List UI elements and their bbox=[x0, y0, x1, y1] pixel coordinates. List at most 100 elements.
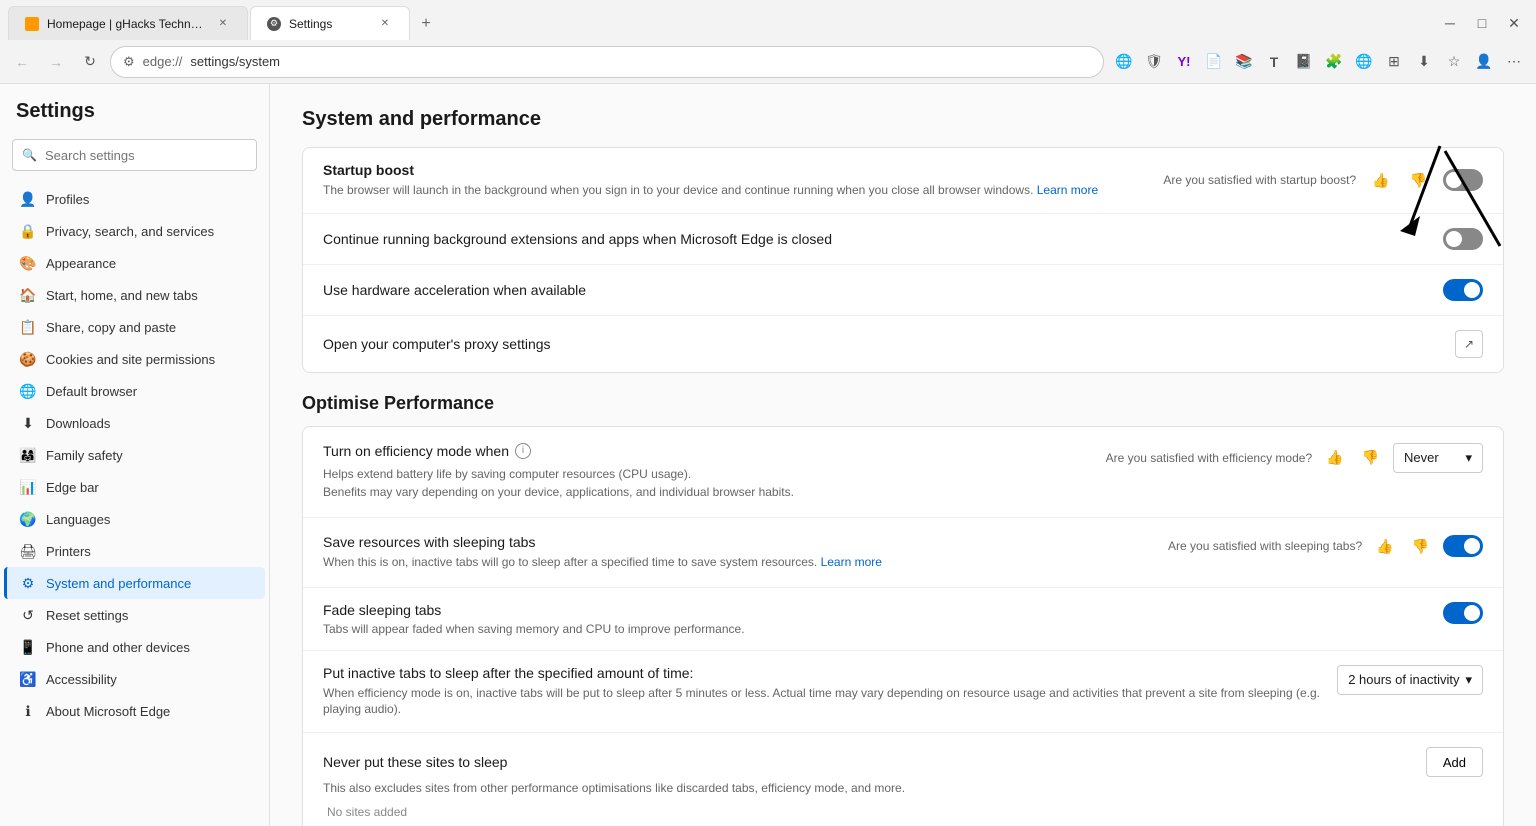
address-icon: ⚙ bbox=[123, 54, 135, 70]
share-copy-icon: 📋 bbox=[20, 319, 36, 335]
efficiency-info-icon[interactable]: i bbox=[515, 443, 531, 459]
printers-icon: 🖨 bbox=[20, 543, 36, 559]
efficiency-thumbup[interactable]: 👍 bbox=[1322, 445, 1347, 470]
sleeping-thumbup[interactable]: 👍 bbox=[1372, 534, 1397, 559]
downloads-icon: ⬇ bbox=[20, 415, 36, 431]
collection-icon[interactable]: 📚 bbox=[1230, 48, 1258, 76]
sidebar-item-phone[interactable]: 📱 Phone and other devices bbox=[4, 631, 265, 663]
sidebar-item-reset[interactable]: ↺ Reset settings bbox=[4, 599, 265, 631]
toolbar-icons: 🌐 🛡 Y! 📄 📚 T 📓 🧩 🌐 ⊞ ⬇ ☆ 👤 ⋯ bbox=[1110, 48, 1528, 76]
startup-boost-learn-more[interactable]: Learn more bbox=[1037, 183, 1098, 197]
forward-button[interactable]: → bbox=[42, 48, 70, 76]
sleeping-tabs-desc: When this is on, inactive tabs will go t… bbox=[323, 554, 1168, 571]
tab-close-settings[interactable]: ✕ bbox=[377, 16, 393, 32]
download-icon[interactable]: ⬇ bbox=[1410, 48, 1438, 76]
extensions-icon[interactable]: 🧩 bbox=[1320, 48, 1348, 76]
startup-boost-thumbup[interactable]: 👍 bbox=[1368, 168, 1393, 193]
sidebar-item-privacy[interactable]: 🔒 Privacy, search, and services bbox=[4, 215, 265, 247]
profile-icon[interactable]: 👤 bbox=[1470, 48, 1498, 76]
inactive-tabs-dropdown[interactable]: 2 hours of inactivity ▾ bbox=[1337, 665, 1483, 695]
translate-icon[interactable]: 🌐 bbox=[1350, 48, 1378, 76]
no-sites-label: No sites added bbox=[323, 805, 1483, 819]
hardware-acceleration-toggle[interactable] bbox=[1443, 279, 1483, 301]
sidebar-item-appearance[interactable]: 🎨 Appearance bbox=[4, 247, 265, 279]
background-extensions-knob bbox=[1446, 231, 1462, 247]
maximize-button[interactable]: □ bbox=[1468, 9, 1496, 37]
tab-ghacks[interactable]: Homepage | gHacks Technology... ✕ bbox=[8, 6, 248, 40]
optimise-card: Turn on efficiency mode when i Helps ext… bbox=[302, 426, 1504, 826]
tab-settings[interactable]: ⚙ Settings ✕ bbox=[250, 6, 410, 40]
tab-close-ghacks[interactable]: ✕ bbox=[215, 16, 231, 32]
startup-boost-toggle[interactable] bbox=[1443, 169, 1483, 191]
address-bar[interactable]: ⚙ edge://settings/system bbox=[110, 46, 1104, 78]
sleeping-tabs-toggle[interactable] bbox=[1443, 535, 1483, 557]
inactive-tabs-label: Put inactive tabs to sleep after the spe… bbox=[323, 665, 1321, 681]
accessibility-icon: ♿ bbox=[20, 671, 36, 687]
sidebar-item-family-safety[interactable]: 👨‍👩‍👧 Family safety bbox=[4, 439, 265, 471]
yahoo-icon[interactable]: Y! bbox=[1170, 48, 1198, 76]
background-extensions-row: Continue running background extensions a… bbox=[303, 214, 1503, 265]
proxy-settings-info: Open your computer's proxy settings bbox=[323, 336, 1455, 352]
sidebar-item-default-browser[interactable]: 🌐 Default browser bbox=[4, 375, 265, 407]
fade-sleeping-controls bbox=[1443, 602, 1483, 624]
tab-title-ghacks: Homepage | gHacks Technology... bbox=[47, 17, 207, 31]
inactive-dropdown-chevron: ▾ bbox=[1465, 672, 1472, 688]
search-icon: 🔍 bbox=[22, 148, 37, 162]
favorites-icon[interactable]: ☆ bbox=[1440, 48, 1468, 76]
background-extensions-toggle[interactable] bbox=[1443, 228, 1483, 250]
efficiency-thumbdown[interactable]: 👎 bbox=[1358, 445, 1383, 470]
sidebar-item-downloads[interactable]: ⬇ Downloads bbox=[4, 407, 265, 439]
sidebar-item-share-copy[interactable]: 📋 Share, copy and paste bbox=[4, 311, 265, 343]
more-icon[interactable]: ⋯ bbox=[1500, 48, 1528, 76]
never-sleep-label: Never put these sites to sleep bbox=[323, 754, 507, 770]
never-sleep-header: Never put these sites to sleep Add bbox=[323, 747, 1483, 777]
efficiency-controls: Are you satisfied with efficiency mode? … bbox=[1106, 443, 1483, 473]
t-icon[interactable]: T bbox=[1260, 48, 1288, 76]
proxy-settings-row: Open your computer's proxy settings ↗ bbox=[303, 316, 1503, 372]
fade-sleeping-info: Fade sleeping tabs Tabs will appear fade… bbox=[323, 602, 1427, 636]
never-sleep-desc: This also excludes sites from other perf… bbox=[323, 781, 1483, 795]
sleeping-tabs-learn-more[interactable]: Learn more bbox=[821, 555, 882, 569]
close-button[interactable]: ✕ bbox=[1500, 9, 1528, 37]
startup-boost-feedback: Are you satisfied with startup boost? bbox=[1163, 173, 1356, 187]
sidebar-item-languages[interactable]: 🌍 Languages bbox=[4, 503, 265, 535]
shield-icon[interactable]: 🛡 bbox=[1140, 48, 1168, 76]
efficiency-row-header: Turn on efficiency mode when i Helps ext… bbox=[323, 443, 1483, 501]
startup-boost-label: Startup boost bbox=[323, 162, 1163, 178]
never-sleep-add-button[interactable]: Add bbox=[1426, 747, 1483, 777]
sidebar-label-reset: Reset settings bbox=[46, 608, 128, 623]
efficiency-dropdown[interactable]: Never ▾ bbox=[1393, 443, 1483, 473]
sidebar-item-cookies[interactable]: 🍪 Cookies and site permissions bbox=[4, 343, 265, 375]
sidebar-label-edge-bar: Edge bar bbox=[46, 480, 99, 495]
startup-boost-controls: Are you satisfied with startup boost? 👍 … bbox=[1163, 168, 1483, 193]
sidebar-label-share-copy: Share, copy and paste bbox=[46, 320, 176, 335]
sidebar-item-about[interactable]: ℹ About Microsoft Edge bbox=[4, 695, 265, 727]
refresh-button[interactable]: ↻ bbox=[76, 48, 104, 76]
fade-sleeping-toggle[interactable] bbox=[1443, 602, 1483, 624]
default-browser-icon: 🌐 bbox=[20, 383, 36, 399]
sidebar-item-edge-bar[interactable]: 📊 Edge bar bbox=[4, 471, 265, 503]
sleeping-thumbdown[interactable]: 👎 bbox=[1408, 534, 1433, 559]
split-icon[interactable]: ⊞ bbox=[1380, 48, 1408, 76]
search-input[interactable] bbox=[12, 139, 257, 171]
minimize-button[interactable]: ─ bbox=[1436, 9, 1464, 37]
sidebar-item-profiles[interactable]: 👤 Profiles bbox=[4, 183, 265, 215]
notebook-icon[interactable]: 📓 bbox=[1290, 48, 1318, 76]
privacy-icon: 🔒 bbox=[20, 223, 36, 239]
edge-icon[interactable]: 🌐 bbox=[1110, 48, 1138, 76]
sidebar-item-accessibility[interactable]: ♿ Accessibility bbox=[4, 663, 265, 695]
sidebar-item-start-home[interactable]: 🏠 Start, home, and new tabs bbox=[4, 279, 265, 311]
sidebar-item-system[interactable]: ⚙ System and performance bbox=[4, 567, 265, 599]
proxy-external-link-button[interactable]: ↗ bbox=[1455, 330, 1483, 358]
startup-boost-thumbdown[interactable]: 👎 bbox=[1406, 168, 1431, 193]
family-safety-icon: 👨‍👩‍👧 bbox=[20, 447, 36, 463]
tab-favicon-ghacks bbox=[25, 17, 39, 31]
back-button[interactable]: ← bbox=[8, 48, 36, 76]
new-tab-button[interactable]: + bbox=[412, 10, 440, 38]
settings-main: System and performance Startup boost The… bbox=[270, 84, 1536, 826]
content-area: Settings 🔍 👤 Profiles 🔒 Privacy, search,… bbox=[0, 84, 1536, 826]
sleeping-tabs-knob bbox=[1464, 538, 1480, 554]
reader-icon[interactable]: 📄 bbox=[1200, 48, 1228, 76]
fade-sleeping-desc: Tabs will appear faded when saving memor… bbox=[323, 622, 1427, 636]
sidebar-item-printers[interactable]: 🖨 Printers bbox=[4, 535, 265, 567]
